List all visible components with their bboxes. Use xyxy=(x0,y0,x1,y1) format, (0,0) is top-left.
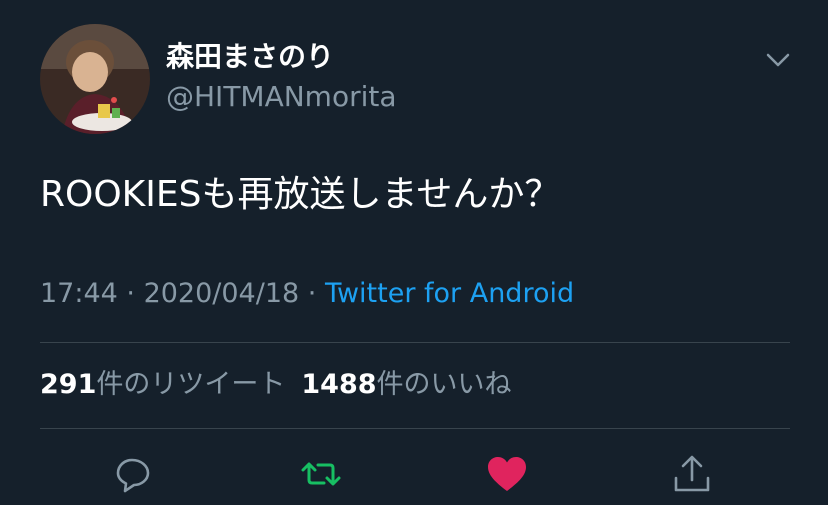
avatar-photo xyxy=(40,24,150,134)
like-stat[interactable]: 1488件のいいね xyxy=(301,369,511,400)
retweet-stat[interactable]: 291件のリツイート xyxy=(40,369,285,400)
engagement-stats: 291件のリツイート 1488件のいいね xyxy=(40,366,512,404)
display-name[interactable]: 森田まさのり xyxy=(166,40,334,74)
retweet-button[interactable] xyxy=(299,452,343,496)
tweet-detail-page: 森田まさのり @HITMANmorita ROOKIESも再放送しませんか？ 1… xyxy=(0,0,828,505)
user-handle[interactable]: @HITMANmorita xyxy=(166,80,397,114)
avatar[interactable] xyxy=(40,24,150,134)
divider xyxy=(40,428,790,429)
reply-button[interactable] xyxy=(112,452,156,496)
divider xyxy=(40,342,790,343)
heart-icon xyxy=(488,457,526,491)
retweet-label: 件のリツイート xyxy=(96,369,286,400)
tweet-time: 17:44 xyxy=(40,278,118,309)
tweet-date: 2020/04/18 xyxy=(143,278,300,309)
like-count: 1488 xyxy=(301,369,377,400)
tweet-metadata: 17:44 · 2020/04/18 · Twitter for Android xyxy=(40,276,574,312)
share-arrow-icon xyxy=(674,455,710,492)
like-button[interactable] xyxy=(485,452,529,496)
chevron-down-icon[interactable] xyxy=(764,46,792,74)
separator-dot: · xyxy=(117,278,144,309)
speech-bubble-icon xyxy=(116,458,150,493)
tweet-source-link[interactable]: Twitter for Android xyxy=(325,278,574,309)
retweet-count: 291 xyxy=(40,369,97,400)
separator-dot: · xyxy=(299,278,325,309)
tweet-text: ROOKIESも再放送しませんか？ xyxy=(40,174,561,215)
share-button[interactable] xyxy=(670,452,714,496)
like-label: 件のいいね xyxy=(376,369,512,400)
retweet-arrows-icon xyxy=(301,462,341,486)
